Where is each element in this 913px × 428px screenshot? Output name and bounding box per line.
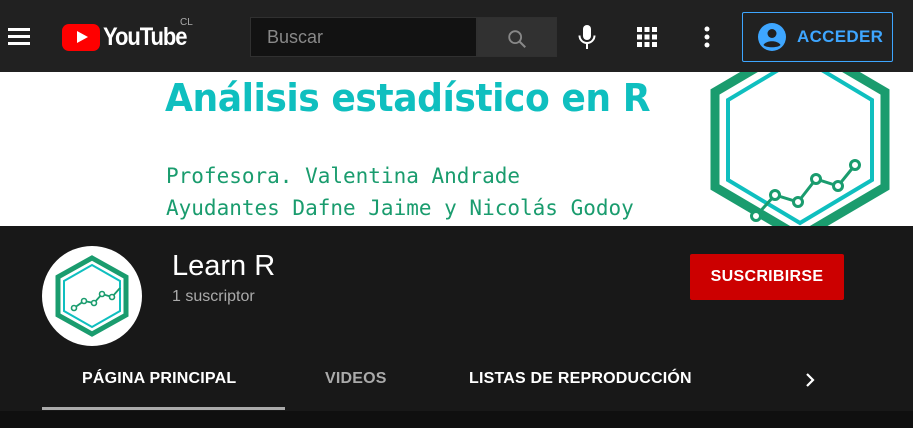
search-button[interactable] <box>477 17 557 57</box>
banner-line-assistants: Ayudantes Dafne Jaime y Nicolás Godoy <box>166 196 634 220</box>
tab-playlists[interactable]: LISTAS DE REPRODUCCIÓN <box>469 370 692 388</box>
channel-header: Learn R 1 suscriptor SUSCRIBIRSE PÁGINA … <box>0 226 913 411</box>
signin-button[interactable]: ACCEDER <box>742 12 893 62</box>
channel-banner: Análisis estadístico en R Profesora. Val… <box>0 72 913 226</box>
apps-grid-icon <box>637 27 657 47</box>
youtube-play-icon <box>62 23 100 51</box>
hexagon-logo-icon <box>55 255 129 337</box>
youtube-logo[interactable]: YouTube <box>62 23 198 51</box>
search-icon <box>508 30 526 48</box>
search-input[interactable] <box>250 17 477 57</box>
voice-search-button[interactable] <box>572 22 602 52</box>
more-button[interactable] <box>692 22 722 52</box>
channel-name: Learn R <box>172 250 276 282</box>
banner-title: Análisis estadístico en R <box>165 76 651 120</box>
country-code: CL <box>180 17 193 28</box>
logo-text: YouTube <box>103 22 188 51</box>
subscriber-count: 1 suscriptor <box>172 288 255 305</box>
banner-line-professor: Profesora. Valentina Andrade <box>166 164 521 188</box>
selected-tab-indicator <box>42 407 285 410</box>
account-circle-icon <box>758 23 786 51</box>
menu-icon[interactable] <box>4 22 34 52</box>
tab-videos[interactable]: VIDEOS <box>325 370 387 388</box>
more-vert-icon <box>704 26 710 48</box>
apps-button[interactable] <box>632 22 662 52</box>
chevron-right-icon <box>806 373 815 387</box>
hexagon-chart-logo <box>710 72 890 226</box>
channel-tabs: PÁGINA PRINCIPAL VIDEOS LISTAS DE REPROD… <box>0 354 913 410</box>
tab-home[interactable]: PÁGINA PRINCIPAL <box>82 370 236 388</box>
tabs-next-button[interactable] <box>798 368 822 392</box>
content-area <box>0 411 913 428</box>
microphone-icon <box>578 25 596 49</box>
search-box <box>250 17 557 57</box>
top-bar: YouTube CL Buscar ACCEDER <box>0 0 913 72</box>
channel-avatar[interactable] <box>42 246 142 346</box>
subscribe-button[interactable]: SUSCRIBIRSE <box>690 254 844 300</box>
signin-label: ACCEDER <box>797 27 884 46</box>
